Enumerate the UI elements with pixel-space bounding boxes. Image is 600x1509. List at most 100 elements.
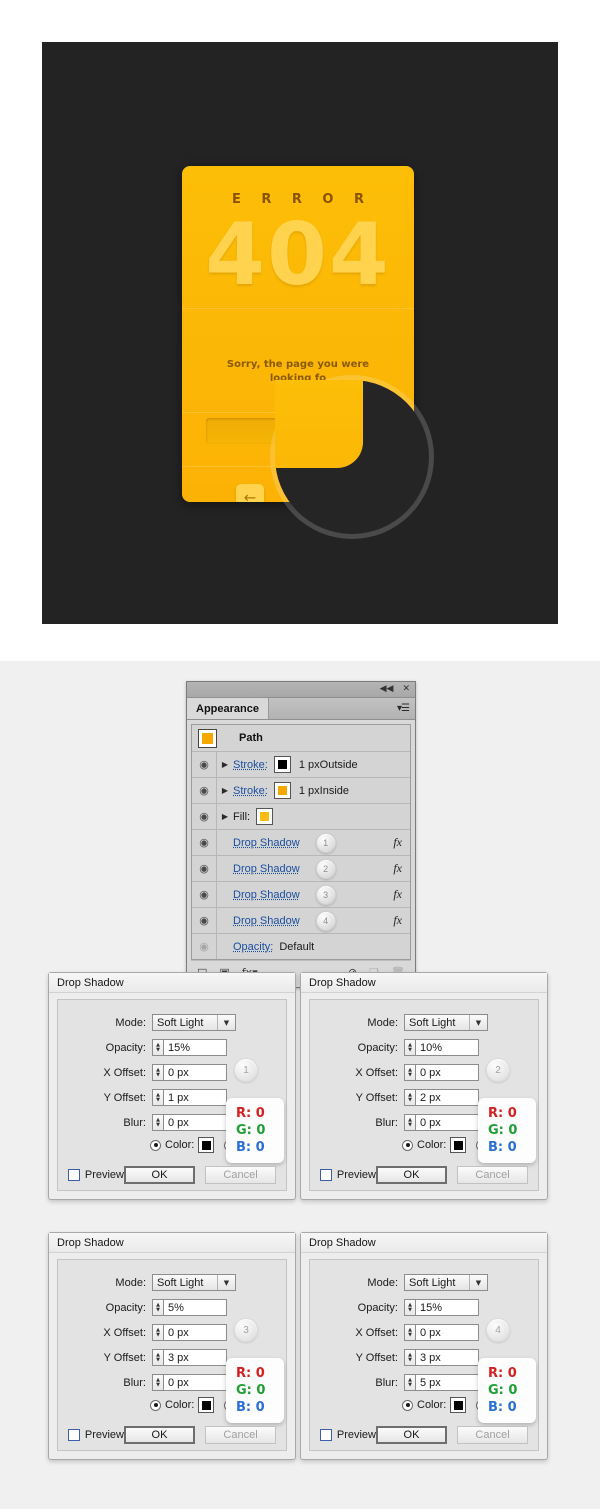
color-radio[interactable]: [150, 1399, 161, 1411]
disclosure-triangle-icon[interactable]: ▶: [217, 760, 233, 769]
stroke-label[interactable]: Stroke:: [233, 785, 274, 797]
close-icon[interactable]: ✕: [402, 685, 410, 694]
cancel-button[interactable]: Cancel: [457, 1426, 529, 1444]
fill-label[interactable]: Fill:: [233, 811, 256, 823]
x-offset-stepper[interactable]: ▲ ▼: [152, 1064, 163, 1081]
row-drop-shadow-3[interactable]: ◉ Drop Shadow 3 fx: [192, 882, 410, 908]
drop-shadow-label[interactable]: Drop Shadow: [233, 863, 306, 875]
y-offset-input[interactable]: 1 px: [163, 1089, 227, 1106]
drop-shadow-label[interactable]: Drop Shadow: [233, 837, 306, 849]
visibility-eye-icon[interactable]: ◉: [192, 804, 217, 829]
row-path[interactable]: Path: [192, 725, 410, 752]
chevron-down-icon[interactable]: ▼: [217, 1015, 235, 1030]
cancel-button[interactable]: Cancel: [205, 1426, 277, 1444]
preview-checkbox[interactable]: [68, 1169, 80, 1181]
cancel-button[interactable]: Cancel: [457, 1166, 529, 1184]
y-offset-input[interactable]: 2 px: [415, 1089, 479, 1106]
x-offset-input[interactable]: 0 px: [163, 1064, 227, 1081]
opacity-input[interactable]: 15%: [415, 1299, 479, 1316]
fx-icon[interactable]: fx: [393, 835, 410, 850]
stroke-color-swatch[interactable]: [273, 782, 291, 799]
tab-appearance[interactable]: Appearance: [187, 698, 269, 719]
color-radio[interactable]: [150, 1139, 161, 1151]
path-swatch[interactable]: [198, 728, 217, 748]
chevron-down-icon[interactable]: ▼: [469, 1015, 487, 1030]
visibility-eye-icon[interactable]: ◉: [192, 778, 217, 803]
row-drop-shadow-4[interactable]: ◉ Drop Shadow 4 fx: [192, 908, 410, 934]
visibility-eye-icon[interactable]: ◉: [192, 856, 217, 881]
shadow-color-swatch[interactable]: [198, 1397, 215, 1413]
ok-button[interactable]: OK: [123, 1166, 196, 1184]
fill-color-swatch[interactable]: [256, 808, 274, 825]
x-offset-stepper[interactable]: ▲ ▼: [152, 1324, 163, 1341]
ok-button[interactable]: OK: [375, 1166, 448, 1184]
blur-input[interactable]: 0 px: [163, 1374, 227, 1391]
preview-checkbox[interactable]: [320, 1169, 332, 1181]
opacity-stepper[interactable]: ▲ ▼: [152, 1299, 163, 1316]
opacity-input[interactable]: 5%: [163, 1299, 227, 1316]
visibility-eye-icon[interactable]: ◉: [192, 752, 217, 777]
blur-input[interactable]: 5 px: [415, 1374, 479, 1391]
chevron-down-icon[interactable]: ▼: [469, 1275, 487, 1290]
opacity-input[interactable]: 15%: [163, 1039, 227, 1056]
y-offset-input[interactable]: 3 px: [415, 1349, 479, 1366]
row-stroke-outside[interactable]: ◉ ▶ Stroke: 1 px Outside: [192, 752, 410, 778]
blur-stepper[interactable]: ▲ ▼: [152, 1114, 163, 1131]
blur-stepper[interactable]: ▲ ▼: [404, 1114, 415, 1131]
opacity-label[interactable]: Opacity:: [233, 941, 279, 953]
preview-checkbox[interactable]: [68, 1429, 80, 1441]
chevron-down-icon[interactable]: ▼: [217, 1275, 235, 1290]
row-fill[interactable]: ◉ ▶ Fill:: [192, 804, 410, 830]
row-drop-shadow-2[interactable]: ◉ Drop Shadow 2 fx: [192, 856, 410, 882]
disclosure-triangle-icon[interactable]: ▶: [217, 786, 233, 795]
opacity-input[interactable]: 10%: [415, 1039, 479, 1056]
fx-icon[interactable]: fx: [393, 861, 410, 876]
x-offset-input[interactable]: 0 px: [415, 1064, 479, 1081]
y-offset-stepper[interactable]: ▲ ▼: [404, 1349, 415, 1366]
x-offset-stepper[interactable]: ▲ ▼: [404, 1324, 415, 1341]
drop-shadow-label[interactable]: Drop Shadow: [233, 915, 306, 927]
fx-icon[interactable]: fx: [393, 913, 410, 928]
disclosure-triangle-icon[interactable]: ▶: [217, 812, 233, 821]
cancel-button[interactable]: Cancel: [205, 1166, 277, 1184]
shadow-color-swatch[interactable]: [450, 1397, 467, 1413]
row-stroke-inside[interactable]: ◉ ▶ Stroke: 1 px Inside: [192, 778, 410, 804]
ok-button[interactable]: OK: [123, 1426, 196, 1444]
mode-select[interactable]: Soft Light ▼: [152, 1014, 236, 1031]
shadow-color-swatch[interactable]: [450, 1137, 467, 1153]
blur-input[interactable]: 0 px: [415, 1114, 479, 1131]
blur-stepper[interactable]: ▲ ▼: [152, 1374, 163, 1391]
x-offset-input[interactable]: 0 px: [163, 1324, 227, 1341]
visibility-eye-icon[interactable]: ◉: [192, 934, 217, 959]
y-offset-input[interactable]: 3 px: [163, 1349, 227, 1366]
x-offset-stepper[interactable]: ▲ ▼: [404, 1064, 415, 1081]
fx-icon[interactable]: fx: [393, 887, 410, 902]
panel-menu-icon[interactable]: ▾☰: [391, 698, 415, 719]
ok-button[interactable]: OK: [375, 1426, 448, 1444]
stroke-color-swatch[interactable]: [273, 756, 291, 773]
color-radio[interactable]: [402, 1139, 413, 1151]
y-offset-stepper[interactable]: ▲ ▼: [152, 1089, 163, 1106]
y-offset-stepper[interactable]: ▲ ▼: [152, 1349, 163, 1366]
row-drop-shadow-1[interactable]: ◉ Drop Shadow 1 fx: [192, 830, 410, 856]
mode-select[interactable]: Soft Light ▼: [404, 1274, 488, 1291]
mode-select[interactable]: Soft Light ▼: [152, 1274, 236, 1291]
opacity-stepper[interactable]: ▲ ▼: [152, 1039, 163, 1056]
shadow-color-swatch[interactable]: [198, 1137, 215, 1153]
drop-shadow-label[interactable]: Drop Shadow: [233, 889, 306, 901]
opacity-stepper[interactable]: ▲ ▼: [404, 1039, 415, 1056]
mode-select[interactable]: Soft Light ▼: [404, 1014, 488, 1031]
back-button[interactable]: ←: [236, 484, 264, 502]
opacity-stepper[interactable]: ▲ ▼: [404, 1299, 415, 1316]
stroke-label[interactable]: Stroke:: [233, 759, 274, 771]
blur-input[interactable]: 0 px: [163, 1114, 227, 1131]
visibility-eye-icon[interactable]: ◉: [192, 830, 217, 855]
preview-checkbox[interactable]: [320, 1429, 332, 1441]
visibility-eye-icon[interactable]: ◉: [192, 908, 217, 933]
color-radio[interactable]: [402, 1399, 413, 1411]
x-offset-input[interactable]: 0 px: [415, 1324, 479, 1341]
visibility-eye-icon[interactable]: ◉: [192, 882, 217, 907]
row-opacity[interactable]: ◉ Opacity: Default: [192, 934, 410, 959]
y-offset-stepper[interactable]: ▲ ▼: [404, 1089, 415, 1106]
blur-stepper[interactable]: ▲ ▼: [404, 1374, 415, 1391]
